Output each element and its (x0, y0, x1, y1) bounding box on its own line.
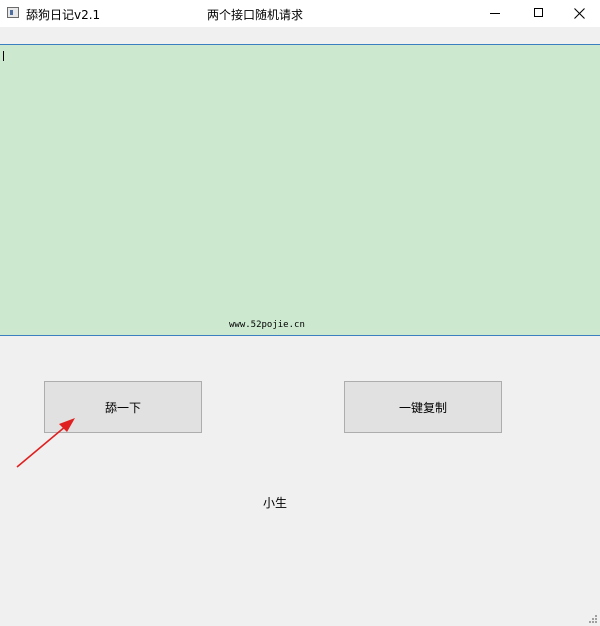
close-button[interactable] (558, 0, 600, 27)
app-window: 舔狗日记v2.1 两个接口随机请求 www.52pojie.cn 舔一下 一键复… (0, 0, 600, 626)
maximize-button[interactable] (516, 0, 562, 27)
author-label: 小生 (263, 496, 288, 510)
minimize-button[interactable] (472, 0, 518, 27)
window-title: 舔狗日记v2.1 (26, 8, 101, 22)
app-window-icon (7, 7, 19, 18)
close-icon (574, 8, 585, 19)
diary-text-area[interactable] (0, 44, 600, 336)
copy-button-label: 一键复制 (398, 400, 447, 415)
resize-grip-icon[interactable] (589, 615, 598, 624)
text-caret (3, 51, 4, 61)
title-bar[interactable]: 舔狗日记v2.1 两个接口随机请求 (0, 0, 600, 27)
maximize-icon (534, 8, 543, 17)
minimize-icon (490, 13, 500, 14)
copy-button[interactable]: 一键复制 (344, 381, 502, 433)
lick-button[interactable]: 舔一下 (44, 381, 202, 433)
watermark-text: www.52pojie.cn (229, 320, 305, 330)
lick-button-label: 舔一下 (104, 400, 141, 415)
window-subtitle: 两个接口随机请求 (207, 8, 304, 22)
